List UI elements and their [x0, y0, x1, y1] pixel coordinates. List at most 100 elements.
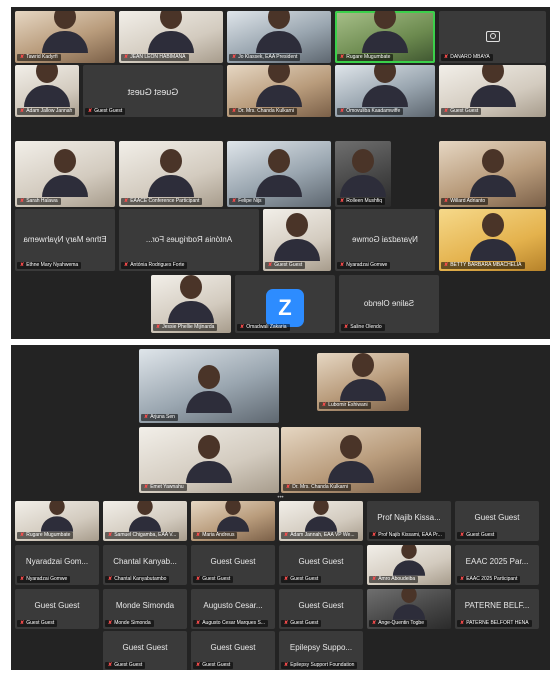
participant-tile-guest-guest[interactable]: Guest Guest ✘ Guest Guest [103, 631, 187, 670]
muted-mic-icon: ✘ [124, 198, 129, 204]
participant-tile-amro-aboudeiba[interactable]: ✘ Amro Aboudeiba [367, 545, 451, 585]
participant-tile-chantal-kanyabutambo[interactable]: Chantal Kanyab... ✘ Chantal Kanyabutambo [103, 545, 187, 585]
participant-tile-guest-guest[interactable]: Guest Guest ✘ Guest Guest [455, 501, 539, 541]
participant-silhouette [42, 11, 88, 53]
participant-tile-guest-guest[interactable]: ✘ Guest Guest [263, 209, 331, 271]
participant-silhouette [469, 65, 516, 107]
participant-name-label: ✘ Maria Andreus [193, 532, 238, 539]
participant-tile-ant-nia-rodrigues-forte[interactable]: Antónia Rodrigues For... ✘ Antónia Rodrigu… [119, 209, 259, 271]
participant-name-label: ✘ Emet Yawnahu [141, 484, 187, 491]
participant-tile-samuel-chigamba-eaa-v[interactable]: ✘ Samuel Chigamba, EAA V... [103, 501, 187, 541]
participant-tile-monde-simonda[interactable]: Monde Simonda ✘ Monde Simonda [103, 589, 187, 629]
participant-tile-guest-guest[interactable]: Guest Guest ✘ Guest Guest [191, 545, 275, 585]
participant-name: Felipe Nijs [238, 198, 262, 204]
participant-tile-epilepsy-support-foundation[interactable]: Epilepsy Suppo... ✘ Epilepsy Support Found… [279, 631, 363, 670]
participant-tile-adam-jannah-eaa-vp-we[interactable]: ✘ Adam Jannah, EAA VP We... [279, 501, 363, 541]
participant-silhouette [469, 213, 516, 261]
participant-tile-felipe-nijs[interactable]: ✘ Felipe Nijs [227, 141, 331, 207]
participant-tile-jo-klassek-eaa-president[interactable]: ✘ Jo Klassek, EAA President [227, 11, 331, 63]
participant-name: Willard Adrianto [450, 198, 486, 204]
participant-tile-rolleen-mushfiq[interactable]: ✘ Rolleen Mushfiq [335, 141, 391, 207]
participant-tile-prof-najib-kissami-eaa-pr[interactable]: Prof Najib Kissa... ✘ Prof Najib Kissami, … [367, 501, 451, 541]
participant-tile-guest-guest[interactable]: Guest Guest ✘ Guest Guest [191, 631, 275, 670]
participant-name: Guest Guest [202, 662, 231, 668]
participant-silhouette [42, 149, 88, 197]
participant-display-name: EAAC 2025 Par... [465, 557, 529, 566]
participant-tile-betty-barbara-mbachelia[interactable]: ✘ BETTY BARBARA MBACHELIA [439, 209, 546, 271]
participant-tile-omovuliba-kaadamwiffe[interactable]: ✘ Omovuliba Kaadamwiffe [335, 65, 435, 117]
muted-mic-icon: ✘ [20, 262, 25, 268]
participant-tile-adam-jallow-jannah[interactable]: ✘ Adam Jallow Jannah [15, 65, 79, 117]
participant-tile-guest-guest[interactable]: Guest Guest ✘ Guest Guest [15, 589, 99, 629]
muted-mic-icon: ✘ [108, 662, 113, 668]
participant-name: Dr. Mrs. Chanda Kulkarni [292, 484, 349, 490]
participant-tile-augusto-cesar-marques-s[interactable]: Augusto Cesar... ✘ Augusto Cesar Marques S… [191, 589, 275, 629]
participant-tile-guest-guest[interactable]: Guest Guest ✘ Guest Guest [279, 589, 363, 629]
participant-name: Samuel Chigamba, EAA V... [114, 532, 177, 538]
muted-mic-icon: ✘ [108, 620, 113, 626]
participant-tile-paterne-belfort-hena[interactable]: PATERNE BELF... ✘ PATERNE BELFORT HENA [455, 589, 539, 629]
participant-name-label: ✘ Omovuliba Kaadamwiffe [337, 108, 404, 115]
speaker-tile-lubomir-eshiwani[interactable]: ✘ Lubomir Eshiwani [317, 353, 409, 411]
participant-tile-guest-guest[interactable]: Guest Guest ✘ Guest Guest [83, 65, 223, 117]
participant-name-label: ✘ Adam Jannah, EAA VP We... [281, 532, 358, 539]
participant-name-label: ✘ Jessie Phellie Mijinarda [153, 324, 218, 331]
muted-mic-icon: ✘ [372, 620, 377, 626]
participant-tile-guest-guest[interactable]: ✘ Guest Guest [439, 65, 546, 117]
participant-tile-eaace-conference-participant[interactable]: ✘ EAACE Conference Participant [119, 141, 223, 207]
participant-tile-omadwali-zakaria[interactable]: Z ✘ Omadwali Zakaria [235, 275, 335, 333]
participant-tile-jean-leon-habimana[interactable]: ✘ JEAN LEON HABIMANA [119, 11, 223, 63]
participant-tile-sarah-halawa[interactable]: ✘ Sarah Halawa [15, 141, 115, 207]
participant-name: Ange-Quentin Togbe [378, 620, 424, 626]
participant-name-label: ✘ Guest Guest [281, 576, 322, 583]
participant-tile-rugare-mugumbate[interactable]: ✘ Rugare Mugumbate [15, 501, 99, 541]
participant-name-label: ✘ JEAN LEON HABIMANA [121, 54, 189, 61]
muted-mic-icon: ✘ [268, 262, 273, 268]
participant-tile-tawrid-kadyrfi[interactable]: ✘ Tawrid Kadyrfi [15, 11, 115, 63]
participant-tile-guest-guest[interactable]: Guest Guest ✘ Guest Guest [279, 545, 363, 585]
speaker-tile-arjuna-sen[interactable]: ✘ Arjuna Sen [139, 349, 279, 423]
participant-name-label: ✘ Monde Simonda [105, 620, 154, 627]
participant-silhouette [328, 435, 374, 483]
participant-display-name: Guest Guest [210, 557, 256, 566]
participant-name: Lubomir Eshiwani [328, 402, 368, 408]
participant-name-label: ✘ Jo Klassek, EAA President [229, 54, 301, 61]
participant-name: Guest Guest [202, 576, 231, 582]
muted-mic-icon: ✘ [460, 620, 465, 626]
participant-tile-dr-mrs-chanda-kulkarni[interactable]: ✘ Dr. Mrs. Chanda Kulkarni [227, 65, 331, 117]
participant-tile-jessie-phellie-mijinarda[interactable]: ✘ Jessie Phellie Mijinarda [151, 275, 231, 333]
participant-silhouette [256, 11, 302, 53]
participant-tile-rugare-mugumbate[interactable]: ✘ Rugare Mugumbate [335, 11, 435, 63]
participant-silhouette [186, 435, 232, 483]
participant-name-label: ✘ Saline Olendo [341, 324, 385, 331]
muted-mic-icon: ✘ [340, 108, 345, 114]
participant-display-name: PATERNE BELF... [464, 601, 530, 610]
participant-name: Arjuna Sen [150, 414, 175, 420]
participant-name: Jo Klassek, EAA President [238, 54, 298, 60]
speaker-tile-emet-yawnahu[interactable]: ✘ Emet Yawnahu [139, 427, 279, 493]
participant-name: Antónia Rodrigues Forte [130, 262, 185, 268]
participant-name: Guest Guest [26, 620, 55, 626]
participant-display-name: Guest Guest [127, 86, 179, 97]
participant-tile-willard-adrianto[interactable]: ✘ Willard Adrianto [439, 141, 546, 207]
muted-mic-icon: ✘ [156, 324, 161, 330]
participant-tile-danaro-mbaya[interactable]: ✘ DANARO MBAYA [439, 11, 546, 63]
participant-tile-saline-olendo[interactable]: Saline Olendo ✘ Saline Olendo [339, 275, 439, 333]
participant-silhouette [186, 365, 232, 413]
speaker-tile-dr-mrs-chanda-kulkarni[interactable]: ✘ Dr. Mrs. Chanda Kulkarni [281, 427, 421, 493]
participant-tile-eaac-2025-participant[interactable]: EAAC 2025 Par... ✘ EAAC 2025 Participant [455, 545, 539, 585]
participant-name-label: ✘ Tawrid Kadyrfi [17, 54, 61, 61]
muted-mic-icon: ✘ [232, 108, 237, 114]
muted-mic-icon: ✘ [284, 662, 289, 668]
muted-mic-icon: ✘ [284, 576, 289, 582]
participant-name-label: ✘ Ange-Quentin Togbe [369, 620, 427, 627]
participant-silhouette [340, 353, 386, 401]
muted-mic-icon: ✘ [286, 484, 291, 490]
participant-tile-ange-quentin-togbe[interactable]: ✘ Ange-Quentin Togbe [367, 589, 451, 629]
participant-tile-nyaradzai-gomwe[interactable]: Nyaradzai Gom... ✘ Nyaradzai Gomwe [15, 545, 99, 585]
participant-tile-nyaradzai-gomwe[interactable]: Nyaradzai Gomwe ✘ Nyaradzai Gomwe [335, 209, 435, 271]
participant-tile-ethne-mary-nyahwema[interactable]: Ethne Mary Nyahwema ✘ Ethne Mary Nyahwema [15, 209, 115, 271]
participant-display-name: Monde Simonda [115, 601, 175, 610]
participant-display-name: Nyaradzai Gomwe [352, 235, 418, 245]
participant-tile-maria-andreus[interactable]: ✘ Maria Andreus [191, 501, 275, 541]
